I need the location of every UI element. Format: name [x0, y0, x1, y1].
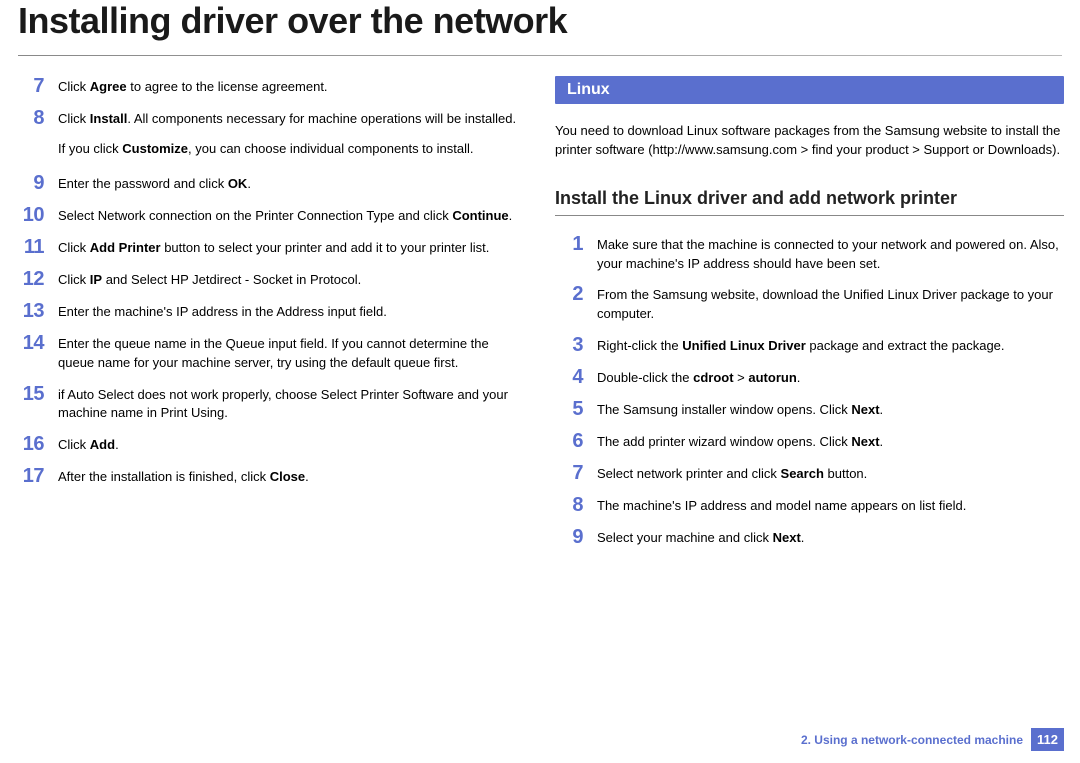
step: 7 Click Agree to agree to the license agr… [16, 76, 525, 97]
step: 14 Enter the queue name in the Queue inpu… [16, 333, 525, 373]
step-number: 12 [16, 269, 44, 290]
step-number: 7 [555, 463, 583, 484]
step-number: 3 [555, 335, 583, 356]
step: 11 Click Add Printer button to select you… [16, 237, 525, 258]
step-body: From the Samsung website, download the U… [597, 284, 1064, 324]
step-body: Click Add. [58, 434, 525, 455]
step-note: If you click Customize, you can choose i… [58, 140, 525, 159]
section-intro: You need to download Linux software pack… [555, 122, 1064, 160]
step-body: The Samsung installer window opens. Clic… [597, 399, 1064, 420]
step-body: Click Agree to agree to the license agre… [58, 76, 525, 97]
step-body: Right-click the Unified Linux Driver pac… [597, 335, 1064, 356]
step: 16 Click Add. [16, 434, 525, 455]
step: 12 Click IP and Select HP Jetdirect - Soc… [16, 269, 525, 290]
step: 3 Right-click the Unified Linux Driver pa… [555, 335, 1064, 356]
footer-page-number: 112 [1031, 728, 1064, 751]
step: 9 Select your machine and click Next. [555, 527, 1064, 548]
step-number: 9 [16, 173, 44, 194]
step-body: Enter the machine's IP address in the Ad… [58, 301, 525, 322]
step-number: 4 [555, 367, 583, 388]
step-body: The machine's IP address and model name … [597, 495, 1064, 516]
step-number: 17 [16, 466, 44, 487]
step-body: Enter the queue name in the Queue input … [58, 333, 525, 373]
step: 10 Select Network connection on the Print… [16, 205, 525, 226]
step-body: Enter the password and click OK. [58, 173, 525, 194]
step-body: Select your machine and click Next. [597, 527, 1064, 548]
step: 5 The Samsung installer window opens. Cli… [555, 399, 1064, 420]
step: 2 From the Samsung website, download the … [555, 284, 1064, 324]
step: 9 Enter the password and click OK. [16, 173, 525, 194]
step-body: if Auto Select does not work properly, c… [58, 384, 525, 424]
step: 4 Double-click the cdroot > autorun. [555, 367, 1064, 388]
step-body: Select network printer and click Search … [597, 463, 1064, 484]
step: 17 After the installation is finished, cl… [16, 466, 525, 487]
step-body: Click IP and Select HP Jetdirect - Socke… [58, 269, 525, 290]
step-number: 13 [16, 301, 44, 322]
step-body: Click Install. All components necessary … [58, 108, 525, 129]
right-column: Linux You need to download Linux software… [555, 76, 1064, 559]
step: 8 Click Install. All components necessary… [16, 108, 525, 129]
step-body: The add printer wizard window opens. Cli… [597, 431, 1064, 452]
step-number: 10 [16, 205, 44, 226]
step-number: 15 [16, 384, 44, 405]
step-body: Click Add Printer button to select your … [58, 237, 525, 258]
step-number: 1 [555, 234, 583, 255]
step: 13 Enter the machine's IP address in the … [16, 301, 525, 322]
step-body: Make sure that the machine is connected … [597, 234, 1064, 274]
step-number: 8 [16, 108, 44, 129]
step: 8 The machine's IP address and model name… [555, 495, 1064, 516]
page-footer: 2. Using a network-connected machine 112 [801, 728, 1064, 751]
step: 1 Make sure that the machine is connected… [555, 234, 1064, 274]
step: 15 if Auto Select does not work properly,… [16, 384, 525, 424]
section-bar-linux: Linux [555, 76, 1064, 104]
page-title: Installing driver over the network [18, 0, 1062, 42]
step-number: 7 [16, 76, 44, 97]
step-body: Select Network connection on the Printer… [58, 205, 525, 226]
step-body: Double-click the cdroot > autorun. [597, 367, 1064, 388]
step: 7 Select network printer and click Search… [555, 463, 1064, 484]
step-number: 16 [16, 434, 44, 455]
footer-chapter: 2. Using a network-connected machine [801, 733, 1023, 747]
columns: 7 Click Agree to agree to the license agr… [0, 56, 1080, 559]
step-body: After the installation is finished, clic… [58, 466, 525, 487]
subheading-install-linux: Install the Linux driver and add network… [555, 188, 1064, 216]
step-number: 6 [555, 431, 583, 452]
step-number: 9 [555, 527, 583, 548]
step-number: 8 [555, 495, 583, 516]
page-header: Installing driver over the network [0, 0, 1080, 52]
step-number: 5 [555, 399, 583, 420]
step-number: 11 [16, 237, 44, 258]
step-number: 2 [555, 284, 583, 305]
step-number: 14 [16, 333, 44, 354]
left-column: 7 Click Agree to agree to the license agr… [16, 76, 525, 559]
step: 6 The add printer wizard window opens. Cl… [555, 431, 1064, 452]
